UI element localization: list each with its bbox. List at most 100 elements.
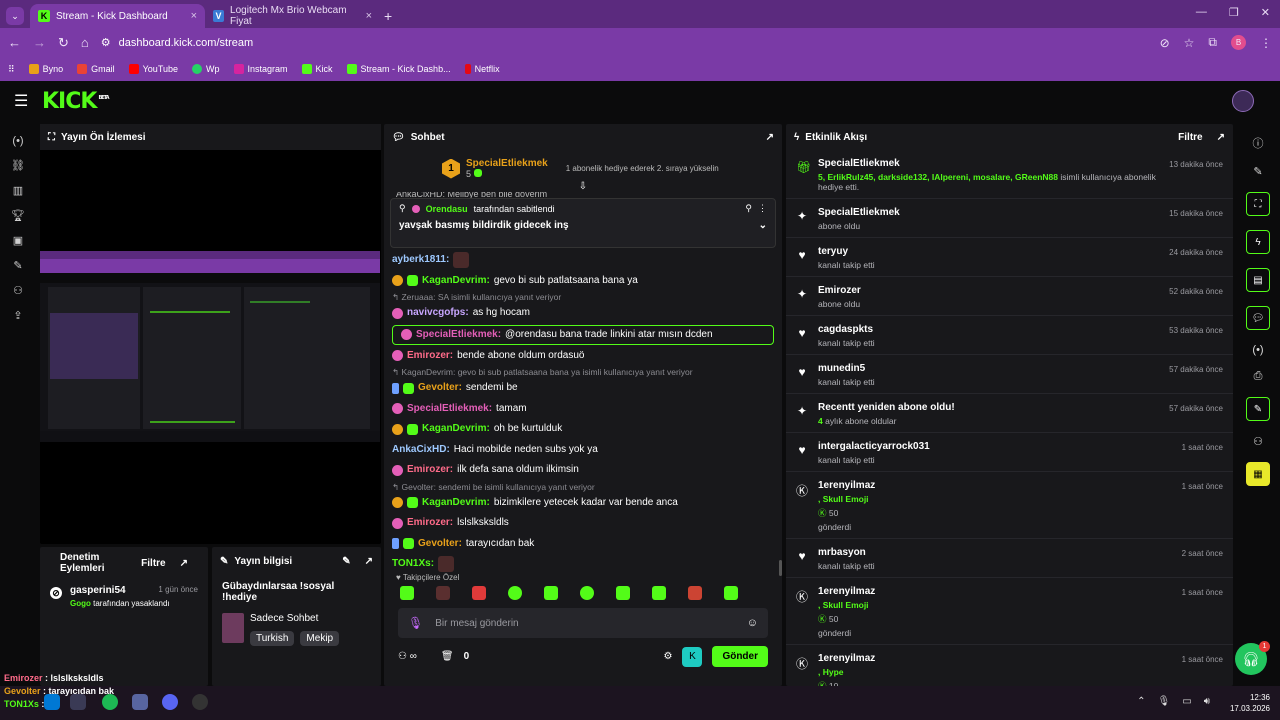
activity-item[interactable]: ✦ Emirozer abone oldu 52 dakika önce <box>786 277 1233 316</box>
emoji-icon[interactable]: ☺ <box>747 617 758 629</box>
pinned-collapse-icon[interactable]: ⇩ <box>384 181 782 192</box>
activity-name[interactable]: Emirozer <box>818 285 1159 296</box>
activity-name[interactable]: munedin5 <box>818 363 1159 374</box>
tray-chevron-icon[interactable]: ⌃ <box>1137 696 1145 707</box>
filter-button[interactable]: Filtre <box>141 558 165 569</box>
gifter-name[interactable]: SpecialEtliekmek <box>466 158 548 169</box>
reload-icon[interactable]: ↻ <box>58 35 69 51</box>
emote-icon[interactable] <box>616 586 630 600</box>
activity-item[interactable]: ✦ Recentt yeniden abone oldu! 4 aylık abon… <box>786 394 1233 433</box>
activity-item[interactable]: ♥ teryuy kanalı takip etti 24 dakika önce <box>786 238 1233 277</box>
bookmark-youtube[interactable]: YouTube <box>128 64 178 74</box>
chat-message[interactable]: Emirozer: bende abone oldum ordasuö <box>384 346 782 367</box>
chat-username[interactable]: KaganDevrim: <box>422 271 490 292</box>
user-avatar[interactable] <box>1232 90 1254 112</box>
tab-kick-dashboard[interactable]: K Stream - Kick Dashboard × <box>30 4 205 28</box>
activity-name[interactable]: 1erenyilmaz <box>818 586 1172 597</box>
users-group-icon[interactable]: ⚇ <box>1253 435 1263 448</box>
tag-chip[interactable]: Turkish <box>250 631 295 646</box>
chat-message[interactable]: Gevolter: tarayıcıdan bak <box>384 534 782 555</box>
category-name[interactable]: Sadece Sohbet <box>250 613 345 624</box>
activity-name[interactable]: Recentt yeniden abone oldu! <box>818 402 1159 413</box>
activity-name[interactable]: cagdaspkts <box>818 324 1159 335</box>
unpin-icon[interactable]: ⚲ <box>745 203 752 214</box>
chat-message[interactable]: SpecialEtliekmek: @orendasu bana trade li… <box>392 324 774 345</box>
site-info-icon[interactable]: ⚙ <box>101 36 111 49</box>
pinned-menu-icon[interactable]: ⋮ <box>758 203 767 214</box>
emote-icon[interactable] <box>472 586 486 600</box>
support-chat-button[interactable]: 🎧︎ 1 <box>1235 641 1270 675</box>
back-icon[interactable]: ← <box>8 35 21 50</box>
minimize-icon[interactable]: — <box>1196 6 1207 19</box>
emote-icon[interactable] <box>544 586 558 600</box>
restore-icon[interactable]: ❐ <box>1229 6 1239 19</box>
chat-message[interactable]: SpecialEtliekmek: tamam <box>384 399 782 420</box>
edit-pencil-icon[interactable]: ✎ <box>1253 165 1262 178</box>
emote-icon[interactable] <box>436 586 450 600</box>
activity-item[interactable]: ♥ intergalacticyarrock031 kanalı takip ett… <box>786 433 1233 472</box>
preview-widget-button[interactable]: ⛶ <box>1246 192 1270 216</box>
clapper-widget-button[interactable]: ▦ <box>1246 462 1270 486</box>
popout-icon[interactable]: ↗ <box>766 132 774 143</box>
analytics-icon[interactable]: ▥ <box>13 184 23 197</box>
trophy-icon[interactable]: 🏆︎ <box>11 209 25 222</box>
tab-search-button[interactable]: ⌄ <box>6 7 24 25</box>
activity-item[interactable]: ♥ munedin5 kanalı takip etti 57 dakika önce <box>786 355 1233 394</box>
close-window-icon[interactable]: ✕ <box>1261 6 1270 19</box>
chat-message[interactable]: ayberk1811: <box>384 250 782 271</box>
popout-icon[interactable]: ↗ <box>1217 132 1225 143</box>
activity-item[interactable]: ♥ mrbasyon kanalı takip etti 2 saat önce <box>786 539 1233 578</box>
video-icon[interactable]: ▣ <box>13 234 23 247</box>
chat-username[interactable]: Emirozer: <box>407 513 453 534</box>
activity-name[interactable]: SpecialEtliekmek <box>818 158 1159 169</box>
chat-username[interactable]: TON1Xs: <box>392 554 434 573</box>
broadcast-icon[interactable]: (•) <box>1252 344 1263 356</box>
bookmark-wp[interactable]: Wp <box>192 64 220 74</box>
chat-message[interactable]: Gevolter: sendemi be <box>384 378 782 399</box>
chat-username[interactable]: KaganDevrim: <box>422 419 490 440</box>
chat-username[interactable]: AnkaCixHD: <box>392 440 450 461</box>
bookmark-star-icon[interactable]: ☆ <box>1184 36 1195 50</box>
tray-mic-icon[interactable]: 🎙︎ <box>1158 696 1171 707</box>
users-icon[interactable]: ⚇ <box>13 284 23 297</box>
chat-input[interactable]: 🎙︎ Bir mesaj gönderin ☺ <box>398 608 768 638</box>
chat-widget-button[interactable]: 💬︎ <box>1246 306 1270 330</box>
send-button[interactable]: Gönder <box>712 646 768 667</box>
chat-message[interactable]: KaganDevrim: gevo bi sub patlatsaana bana… <box>384 271 782 292</box>
chat-scrollbar[interactable] <box>779 560 782 576</box>
filter-button[interactable]: Filtre <box>1178 132 1202 143</box>
bookmark-instagram[interactable]: Instagram <box>233 64 288 74</box>
moderators-infinity-icon[interactable]: ⚇ ∞ <box>398 651 417 662</box>
chat-message[interactable]: Emirozer: lslslksksldls <box>384 513 782 534</box>
activity-widget-button[interactable]: ϟ <box>1246 230 1270 254</box>
activity-item[interactable]: Ⓚ 1erenyilmaz , HypeⓀ 10gönderdi 1 saat önc… <box>786 645 1233 686</box>
kick-logo[interactable]: KICK BETA <box>42 89 110 114</box>
chat-message[interactable]: navivcgofps: as hg hocam <box>384 303 782 324</box>
popout-icon[interactable]: ↗ <box>365 556 373 567</box>
chat-username[interactable]: SpecialEtliekmek: <box>407 399 492 420</box>
extensions-icon[interactable]: ⧉ <box>1208 35 1217 50</box>
category-thumbnail[interactable] <box>222 613 244 643</box>
tools-widget-button[interactable]: ✎ <box>1246 397 1270 421</box>
wrench-icon[interactable]: ✎ <box>13 259 22 272</box>
moderation-item[interactable]: ⊘ gasperini54 1 gün önce Gogo tarafından … <box>40 579 208 608</box>
apps-grid-icon[interactable]: ⠿ <box>8 64 15 75</box>
chat-username[interactable]: Emirozer: <box>407 346 453 367</box>
emote-icon[interactable] <box>652 586 666 600</box>
popout-icon[interactable]: ↗ <box>180 558 188 569</box>
bookmark-stream[interactable]: Stream - Kick Dashb... <box>346 64 451 74</box>
close-tab-icon[interactable]: × <box>366 10 372 22</box>
pinned-message[interactable]: ⚲ Orendasu tarafından sabitlendi ⚲ ⋮ yav… <box>390 198 776 248</box>
tray-volume-icon[interactable]: 🔊︎ <box>1204 696 1210 707</box>
activity-name[interactable]: mrbasyon <box>818 547 1172 558</box>
menu-dots-icon[interactable]: ⋮ <box>1260 36 1272 50</box>
chat-username[interactable]: navivcgofps: <box>407 303 469 324</box>
emote-icon[interactable] <box>724 586 738 600</box>
camera-blocked-icon[interactable]: ⊘ <box>1160 36 1170 50</box>
tray-network-icon[interactable]: ▭ <box>1182 696 1191 707</box>
live-broadcast-icon[interactable]: (•) <box>12 135 23 147</box>
mic-icon[interactable]: 🎙︎ <box>408 616 423 630</box>
chat-username[interactable]: Gevolter: <box>418 378 462 399</box>
printer-icon[interactable]: ⎙ <box>1254 370 1263 383</box>
url-field[interactable]: ⚙ dashboard.kick.com/stream <box>100 31 1148 54</box>
